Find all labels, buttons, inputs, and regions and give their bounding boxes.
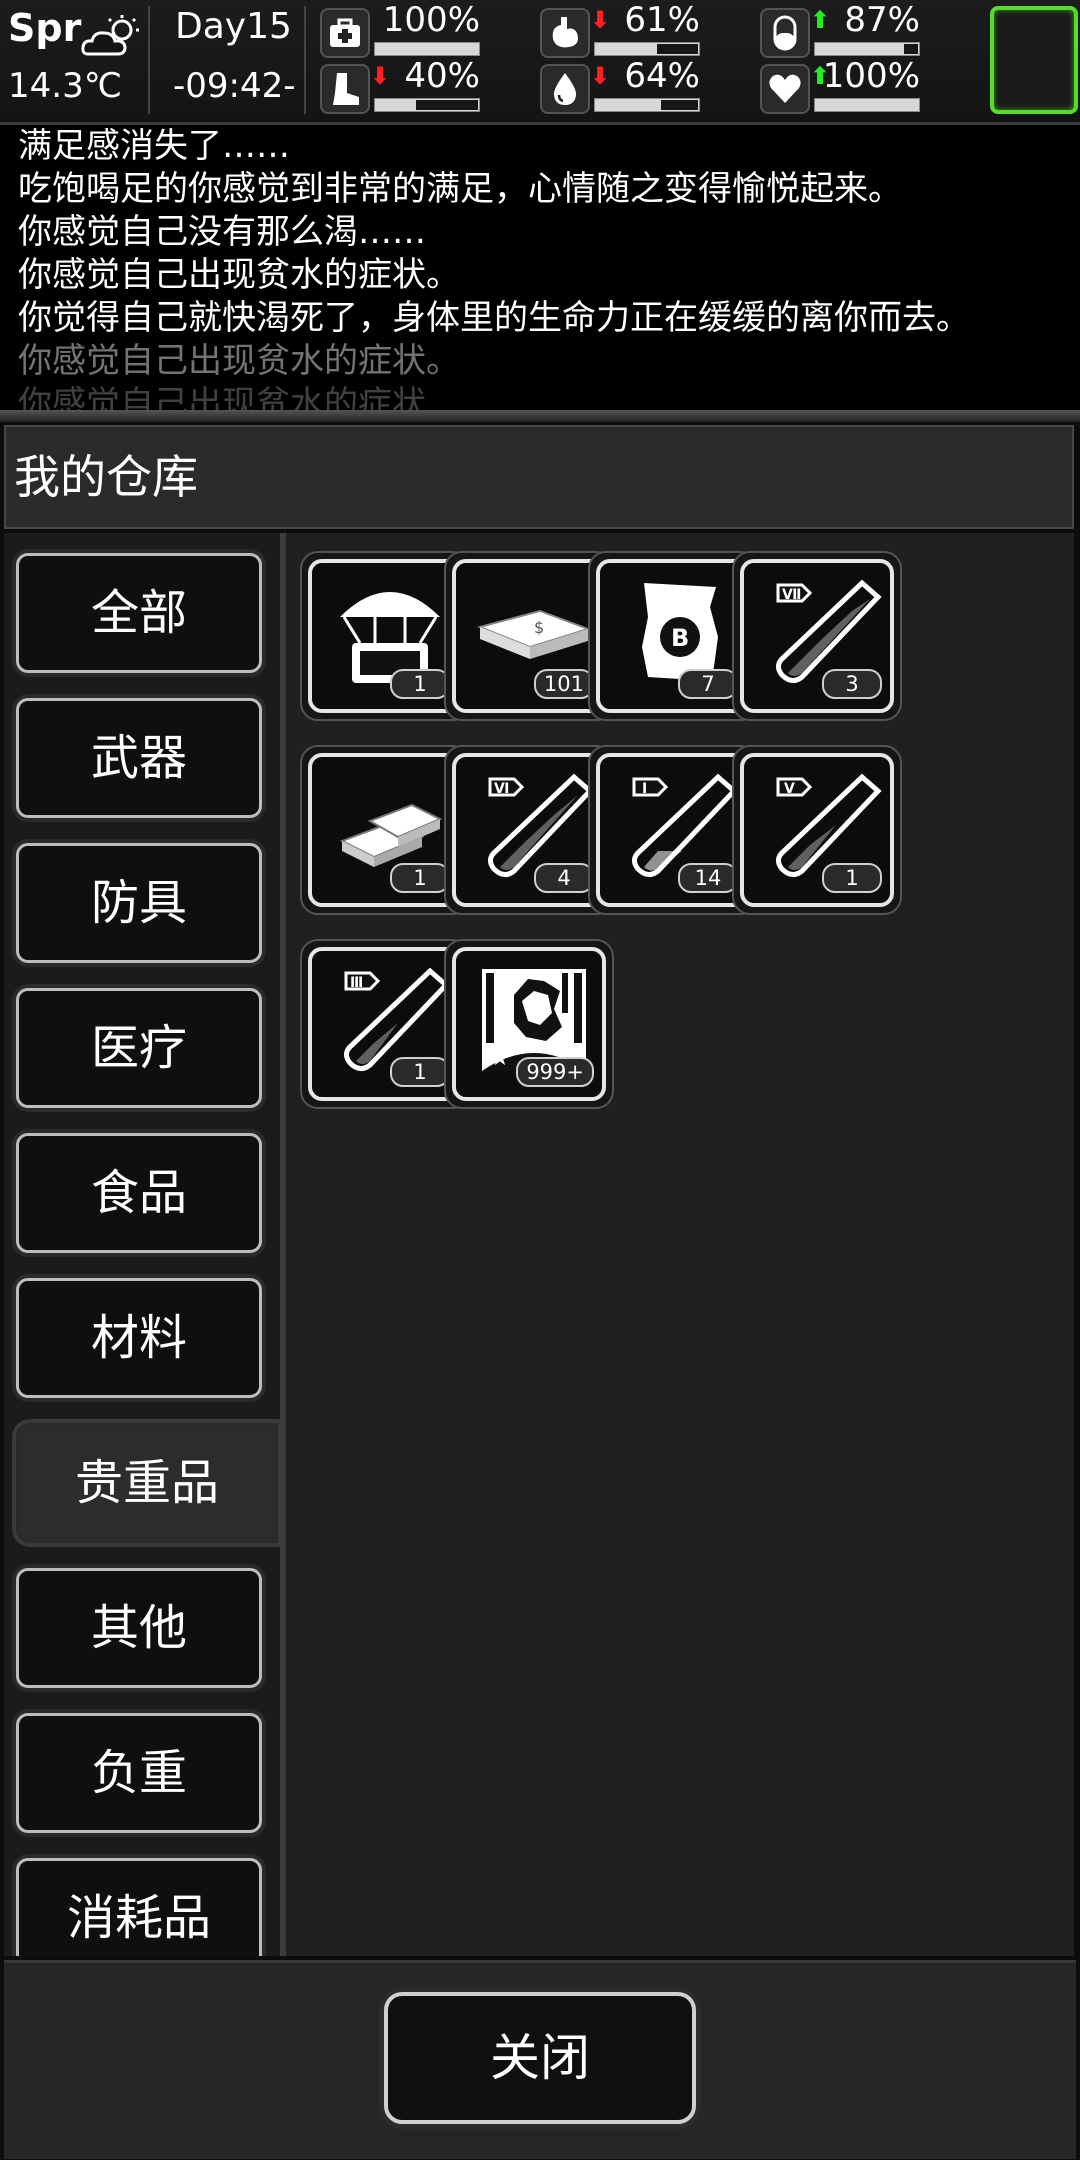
stamina-bar: [374, 98, 480, 112]
item-count: 1: [390, 1057, 450, 1087]
log-line: 你感觉自己出现贫水的症状。: [18, 341, 460, 381]
thirst-bar-empty: [660, 100, 698, 110]
status-bar: Spr 14.3℃ Day15 -09:42- 100% ⬇ 61% ⬆ 87%: [0, 0, 1080, 125]
mood-bar: [814, 98, 920, 112]
category-medical-button[interactable]: 医疗: [16, 988, 262, 1108]
medicine-stat[interactable]: ⬆ 87%: [760, 0, 920, 58]
tube-numeral: Ⅵ: [494, 781, 509, 797]
log-line: 你感觉自己出现贫水的症状: [18, 384, 426, 410]
thirst-bar: [594, 98, 700, 112]
item-count: 1: [822, 863, 882, 893]
item-count: 4: [534, 863, 594, 893]
item-frame: $ 101: [452, 559, 606, 713]
item-frame: 1: [308, 753, 462, 907]
item-frame: ★★ 999+: [452, 947, 606, 1101]
svg-text:★: ★: [490, 1046, 510, 1071]
partly-cloudy-icon: [81, 15, 139, 56]
medicine-bar-empty: [904, 44, 918, 54]
tube-numeral: Ⅴ: [784, 781, 795, 797]
log-line: 吃饱喝足的你感觉到非常的满足，心情随之变得愉悦起来。: [18, 169, 902, 209]
hunger-bar: [594, 42, 700, 56]
item-frame: Ⅲ 1: [308, 947, 462, 1101]
category-valuables-button[interactable]: 贵重品: [16, 1423, 278, 1543]
temperature-readout: 14.3℃: [8, 66, 122, 106]
item-count: 3: [822, 669, 882, 699]
down-arrow-icon: ⬇: [370, 62, 391, 90]
category-consumables-button[interactable]: 消耗品: [16, 1858, 262, 1956]
category-sidebar[interactable]: 全部 武器 防具 医疗 食品 材料 贵重品 其他 负重 消耗品: [4, 533, 286, 1956]
item-count: 1: [390, 669, 450, 699]
item-frame: Ⅴ 1: [740, 753, 894, 907]
item-frame: Ⅵ 4: [452, 753, 606, 907]
divider: [148, 6, 150, 114]
item-grid: 1 $ 101 B 7 Ⅶ 3 1 Ⅵ 4 Ⅰ 14 Ⅴ 1 Ⅲ 1 ★ 999…: [286, 533, 1074, 1956]
heart-icon: [760, 64, 810, 114]
clock-readout: -09:42-: [173, 66, 296, 106]
down-arrow-icon: ⬇: [590, 62, 611, 90]
medicine-bar: [814, 42, 920, 56]
down-arrow-icon: ⬇: [590, 6, 611, 34]
hunger-value: 61%: [624, 0, 700, 40]
log-line: 你感觉自己没有那么渴……: [18, 212, 426, 252]
medicine-value: 87%: [844, 0, 920, 40]
stamina-value: 40%: [404, 56, 480, 96]
hunger-stat[interactable]: ⬇ 61%: [540, 0, 700, 58]
mood-stat[interactable]: ⬆ 100%: [760, 56, 920, 114]
medkit-icon: [320, 8, 370, 58]
message-log[interactable]: 满足感消失了…… 吃饱喝足的你感觉到非常的满足，心情随之变得愉悦起来。 你感觉自…: [0, 125, 1080, 410]
water-drop-icon: [540, 64, 590, 114]
health-bar: [374, 42, 480, 56]
panel-title: 我的仓库: [4, 425, 1074, 529]
item-count: 7: [678, 669, 738, 699]
category-load-button[interactable]: 负重: [16, 1713, 262, 1833]
item-frame: Ⅶ 3: [740, 559, 894, 713]
stomach-icon: [540, 8, 590, 58]
item-count: 1: [390, 863, 450, 893]
thirst-value: 64%: [624, 56, 700, 96]
stamina-bar-empty: [415, 100, 478, 110]
item-slot[interactable]: ★★ 999+: [444, 939, 614, 1109]
tube-numeral: Ⅲ: [350, 975, 363, 991]
svg-text:B: B: [671, 624, 689, 652]
hunger-bar-empty: [657, 44, 698, 54]
stamina-stat[interactable]: ⬇ 40%: [320, 56, 480, 114]
item-count: 14: [678, 863, 738, 893]
pill-icon: [760, 8, 810, 58]
log-divider: [0, 410, 1080, 422]
category-all-button[interactable]: 全部: [16, 553, 262, 673]
item-frame: 1: [308, 559, 462, 713]
category-materials-button[interactable]: 材料: [16, 1278, 262, 1398]
category-armor-button[interactable]: 防具: [16, 843, 262, 963]
tube-numeral: Ⅶ: [782, 587, 801, 603]
mood-value: 100%: [822, 56, 920, 96]
close-button[interactable]: 关闭: [384, 1992, 696, 2124]
log-line: 你感觉自己出现贫水的症状。: [18, 255, 460, 295]
item-frame: B 7: [596, 559, 750, 713]
log-line: 满足感消失了……: [18, 126, 290, 166]
svg-text:$: $: [534, 618, 544, 637]
divider: [304, 6, 306, 114]
category-other-button[interactable]: 其他: [16, 1568, 262, 1688]
item-count: 101: [533, 669, 594, 699]
health-value: 100%: [382, 0, 480, 40]
foot-icon: [320, 64, 370, 114]
up-arrow-icon: ⬆: [810, 6, 831, 34]
category-food-button[interactable]: 食品: [16, 1133, 262, 1253]
health-stat[interactable]: 100%: [320, 0, 480, 58]
item-frame: Ⅰ 14: [596, 753, 750, 907]
character-portrait-button[interactable]: [990, 6, 1078, 114]
item-slot[interactable]: Ⅶ 3: [732, 551, 902, 721]
day-counter: Day15: [175, 6, 292, 47]
category-weapons-button[interactable]: 武器: [16, 698, 262, 818]
season-label: Spr: [8, 6, 82, 50]
tube-numeral: Ⅰ: [642, 781, 647, 797]
thirst-stat[interactable]: ⬇ 64%: [540, 56, 700, 114]
log-line: 你觉得自己就快渴死了，身体里的生命力正在缓缓的离你而去。: [18, 298, 970, 338]
item-slot[interactable]: Ⅴ 1: [732, 745, 902, 915]
item-count: 999+: [516, 1057, 594, 1087]
